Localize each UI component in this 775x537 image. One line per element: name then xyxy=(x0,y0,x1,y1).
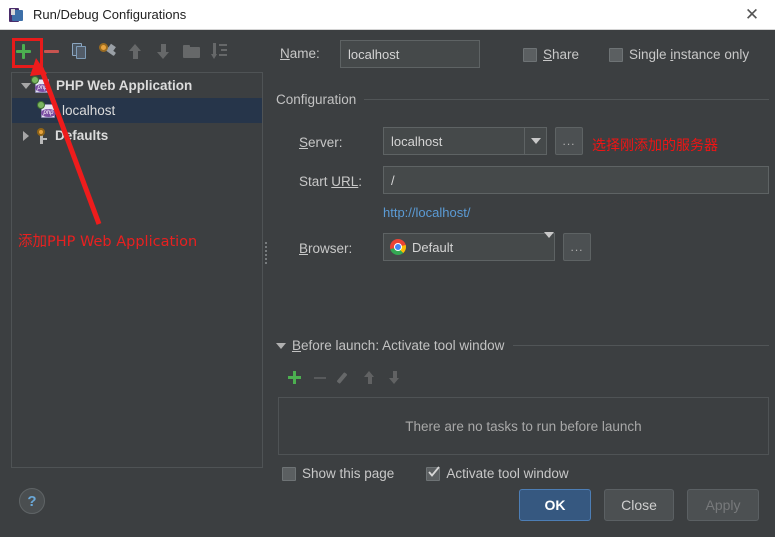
arrow-up-icon xyxy=(128,43,142,59)
panel-splitter[interactable] xyxy=(264,240,269,268)
sort-icon xyxy=(211,43,227,59)
annotation-add-php-web-application: 添加PHP Web Application xyxy=(18,234,198,250)
checkbox-box[interactable] xyxy=(609,47,623,62)
activate-tool-window-checkbox[interactable]: Activate tool window xyxy=(426,465,569,481)
start-url-input[interactable] xyxy=(383,166,769,194)
ok-button[interactable]: OK xyxy=(519,489,591,521)
configuration-editor: Name: Share Single instance only Configu… xyxy=(272,34,769,481)
browser-browse-button[interactable]: ... xyxy=(563,233,591,261)
name-input[interactable] xyxy=(340,40,480,68)
single-instance-label: Single instance only xyxy=(629,47,750,62)
group-divider xyxy=(513,345,769,346)
name-row: Name: Share Single instance only xyxy=(280,40,769,70)
tree-node-localhost[interactable]: php localhost xyxy=(12,98,262,123)
group-divider xyxy=(364,99,769,100)
checkbox-box[interactable] xyxy=(523,47,537,62)
edit-task-button[interactable] xyxy=(332,365,357,390)
checkbox-box[interactable] xyxy=(426,465,441,481)
minus-icon xyxy=(313,376,326,379)
phpstorm-icon xyxy=(9,7,25,23)
copy-configuration-button[interactable] xyxy=(65,37,93,65)
before-launch-label: Before launch: Activate tool window xyxy=(292,338,505,353)
arrow-down-icon xyxy=(389,371,400,384)
php-web-icon: php xyxy=(31,75,51,94)
wrench-icon xyxy=(98,43,116,59)
defaults-icon xyxy=(34,127,50,144)
remove-configuration-button[interactable] xyxy=(37,37,65,65)
chevron-down-icon[interactable] xyxy=(544,232,554,256)
start-url-label: Start URL: xyxy=(299,174,363,189)
tree-node-defaults[interactable]: Defaults xyxy=(12,123,262,148)
bottom-checkbox-row: Show this page Activate tool window xyxy=(282,465,569,481)
move-task-up-button[interactable] xyxy=(357,365,382,390)
tree-node-label: Defaults xyxy=(55,128,109,143)
before-launch-tasks-list[interactable]: There are no tasks to run before launch xyxy=(278,397,769,455)
sort-configurations-button[interactable] xyxy=(205,37,233,65)
before-launch-header[interactable]: Before launch: Activate tool window xyxy=(276,338,769,353)
empty-tasks-text: There are no tasks to run before launch xyxy=(405,418,642,434)
single-instance-checkbox[interactable]: Single instance only xyxy=(609,47,749,62)
tree-node-php-web-application[interactable]: php PHP Web Application xyxy=(12,73,262,98)
tree-node-label: PHP Web Application xyxy=(56,78,193,93)
checkbox-box[interactable] xyxy=(282,466,296,481)
close-icon[interactable]: ✕ xyxy=(729,0,775,29)
move-task-down-button[interactable] xyxy=(382,365,407,390)
titlebar: Run/Debug Configurations ✕ xyxy=(0,0,775,30)
before-launch-toolbar xyxy=(282,365,407,390)
configurations-toolbar xyxy=(0,30,265,72)
arrow-up-icon xyxy=(364,371,375,384)
folder-icon xyxy=(182,44,200,58)
chevron-down-icon[interactable] xyxy=(276,342,286,349)
pencil-icon xyxy=(336,371,352,385)
minus-icon xyxy=(43,49,59,53)
close-button[interactable]: Close xyxy=(604,489,674,521)
configuration-group-header: Configuration xyxy=(276,92,769,107)
browser-value: Default xyxy=(412,239,454,255)
help-button[interactable]: ? xyxy=(19,488,45,514)
move-up-button[interactable] xyxy=(121,37,149,65)
check-icon xyxy=(428,465,441,477)
server-label: Server: xyxy=(299,135,343,150)
chevron-right-icon[interactable] xyxy=(18,130,34,141)
add-configuration-button[interactable] xyxy=(9,37,37,65)
share-checkbox[interactable]: Share xyxy=(523,47,579,62)
configuration-group-label: Configuration xyxy=(276,92,357,107)
share-label: Share xyxy=(543,47,580,62)
chrome-icon xyxy=(390,239,406,255)
apply-button[interactable]: Apply xyxy=(687,489,759,521)
chevron-down-icon[interactable] xyxy=(524,128,546,154)
show-this-page-checkbox[interactable]: Show this page xyxy=(282,466,394,481)
activate-tool-window-label: Activate tool window xyxy=(446,466,569,481)
server-value: localhost xyxy=(391,133,443,149)
window-title: Run/Debug Configurations xyxy=(33,7,187,22)
annotation-select-server: 选择刚添加的服务器 xyxy=(592,138,718,154)
run-debug-configurations-dialog: Run/Debug Configurations ✕ php PHP Web A… xyxy=(0,0,775,537)
arrow-down-icon xyxy=(156,43,170,59)
edit-templates-button[interactable] xyxy=(93,37,121,65)
name-label: Name: xyxy=(280,46,320,61)
configurations-tree[interactable]: php PHP Web Application php localhost De… xyxy=(11,72,263,468)
server-combobox[interactable]: localhost xyxy=(383,127,547,155)
php-web-icon: php xyxy=(37,100,57,119)
create-folder-button[interactable] xyxy=(177,37,205,65)
move-down-button[interactable] xyxy=(149,37,177,65)
preview-url-link[interactable]: http://localhost/ xyxy=(383,205,470,220)
chevron-down-icon[interactable] xyxy=(18,82,34,89)
server-browse-button[interactable]: ... xyxy=(555,127,583,155)
add-task-button[interactable] xyxy=(282,365,307,390)
plus-icon xyxy=(15,43,31,59)
plus-icon xyxy=(288,371,301,384)
copy-icon xyxy=(71,43,87,59)
tree-node-label: localhost xyxy=(62,103,116,118)
browser-combobox[interactable]: Default xyxy=(383,232,555,261)
remove-task-button[interactable] xyxy=(307,365,332,390)
show-this-page-label: Show this page xyxy=(302,466,395,481)
browser-label: Browser: xyxy=(299,241,353,256)
